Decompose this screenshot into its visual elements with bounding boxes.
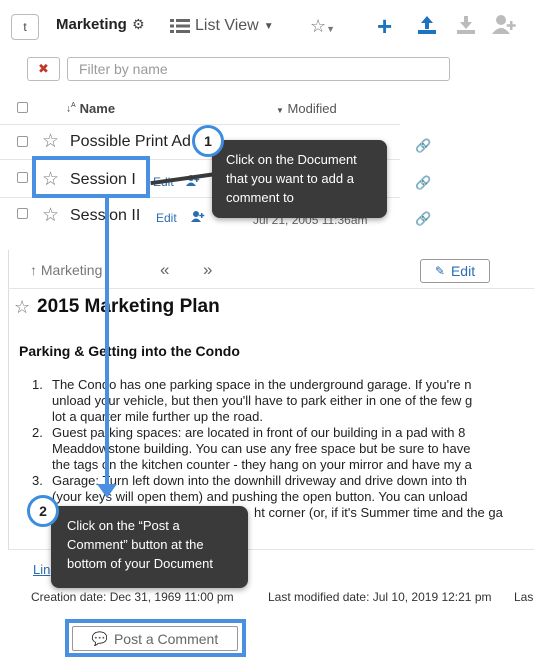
edit-link[interactable]: Edit — [156, 211, 177, 225]
view-selector[interactable]: List View ▼ — [170, 17, 274, 35]
list-number: 3. — [32, 473, 43, 488]
paragraph-line: lot a quarter mile further up the road. — [52, 409, 264, 424]
divider — [0, 124, 400, 125]
divider — [8, 288, 534, 289]
column-header-name[interactable]: ↓A Name — [66, 101, 115, 116]
sort-icon: ↓A — [66, 102, 76, 115]
caret-down-icon: ▼ — [276, 106, 284, 115]
panel-border — [8, 250, 9, 550]
last-modified-date: Last modified date: Jul 10, 2019 12:21 p… — [268, 590, 492, 604]
up-arrow-icon: ↑ — [30, 262, 37, 278]
select-all-checkbox[interactable] — [17, 102, 28, 113]
share-user-icon[interactable] — [191, 210, 205, 228]
footer-link[interactable]: Lin — [33, 562, 50, 577]
connector-line — [105, 198, 109, 489]
column-header-modified[interactable]: ▼ Modified — [276, 101, 337, 116]
star-icon[interactable]: ☆ — [42, 130, 59, 153]
paragraph-line: ht corner (or, if it's Summer time and t… — [254, 505, 503, 520]
document-name[interactable]: Possible Print Ad — [70, 133, 191, 151]
row-checkbox[interactable] — [17, 136, 28, 147]
document-heading: Parking & Getting into the Condo — [19, 343, 240, 359]
add-user-icon[interactable] — [492, 14, 518, 41]
view-selector-label: List View — [195, 17, 259, 34]
upload-icon[interactable] — [416, 14, 438, 41]
row-checkbox[interactable] — [17, 172, 28, 183]
breadcrumb-label: Marketing — [40, 262, 103, 278]
folder-title: Marketing — [56, 16, 127, 33]
paragraph-line: unload your vehicle, but then you'll hav… — [52, 393, 473, 408]
paragraph-line: The Condo has one parking space in the u… — [52, 377, 472, 392]
callout-step-1: Click on the Document that you want to a… — [212, 140, 387, 218]
edit-document-button[interactable]: ✎ Edit — [420, 259, 490, 283]
step-badge-2: 2 — [27, 495, 59, 527]
list-number: 1. — [32, 377, 43, 392]
creation-date: Creation date: Dec 31, 1969 11:00 pm — [31, 590, 234, 604]
column-header-name-label: Name — [79, 101, 116, 116]
paragraph-line: Guest parking spaces: are located in fro… — [52, 425, 466, 440]
up-folder-label: t — [23, 20, 27, 34]
chevron-down-icon: ▼ — [326, 24, 336, 34]
callout-step-2: Click on the “Post a Comment” button at … — [51, 506, 248, 588]
download-icon[interactable] — [455, 14, 477, 41]
edit-document-label: Edit — [450, 263, 476, 279]
next-document-button[interactable]: » — [203, 260, 212, 280]
document-title: 2015 Marketing Plan — [37, 296, 220, 317]
highlight-post-box — [65, 619, 246, 657]
last-modified-by-truncated: Las — [514, 590, 534, 604]
star-icon[interactable]: ☆ — [14, 297, 30, 318]
paragraph-line: the tags on the kitchen counter - they h… — [52, 457, 472, 472]
clear-filter-button[interactable]: ✖ — [27, 57, 60, 81]
filter-input[interactable] — [67, 57, 450, 81]
list-number: 2. — [32, 425, 43, 440]
previous-document-button[interactable]: « — [160, 260, 169, 280]
up-folder-button[interactable]: t — [11, 14, 39, 40]
star-icon[interactable]: ☆ — [42, 204, 59, 227]
star-icon: ☆ — [310, 16, 327, 36]
column-header-modified-label: Modified — [287, 101, 337, 116]
link-icon[interactable]: 🔗 — [415, 138, 431, 154]
add-icon[interactable]: + — [377, 13, 392, 39]
gear-icon[interactable]: ⚙ — [132, 16, 145, 33]
highlight-session-box — [32, 156, 150, 198]
favorites-menu-button[interactable]: ☆▼ — [310, 16, 335, 37]
link-icon[interactable]: 🔗 — [415, 211, 431, 227]
row-checkbox[interactable] — [17, 208, 28, 219]
step-badge-1: 1 — [192, 125, 224, 157]
link-icon[interactable]: 🔗 — [415, 175, 431, 191]
paragraph-line: Meaddowstone building. You can use any f… — [52, 441, 471, 456]
breadcrumb[interactable]: ↑ Marketing — [30, 262, 102, 278]
pencil-edit-icon: ✎ — [434, 264, 445, 278]
arrow-head-icon — [97, 484, 117, 498]
list-view-icon — [170, 19, 190, 33]
close-icon: ✖ — [38, 61, 49, 76]
chevron-down-icon: ▼ — [263, 20, 274, 32]
